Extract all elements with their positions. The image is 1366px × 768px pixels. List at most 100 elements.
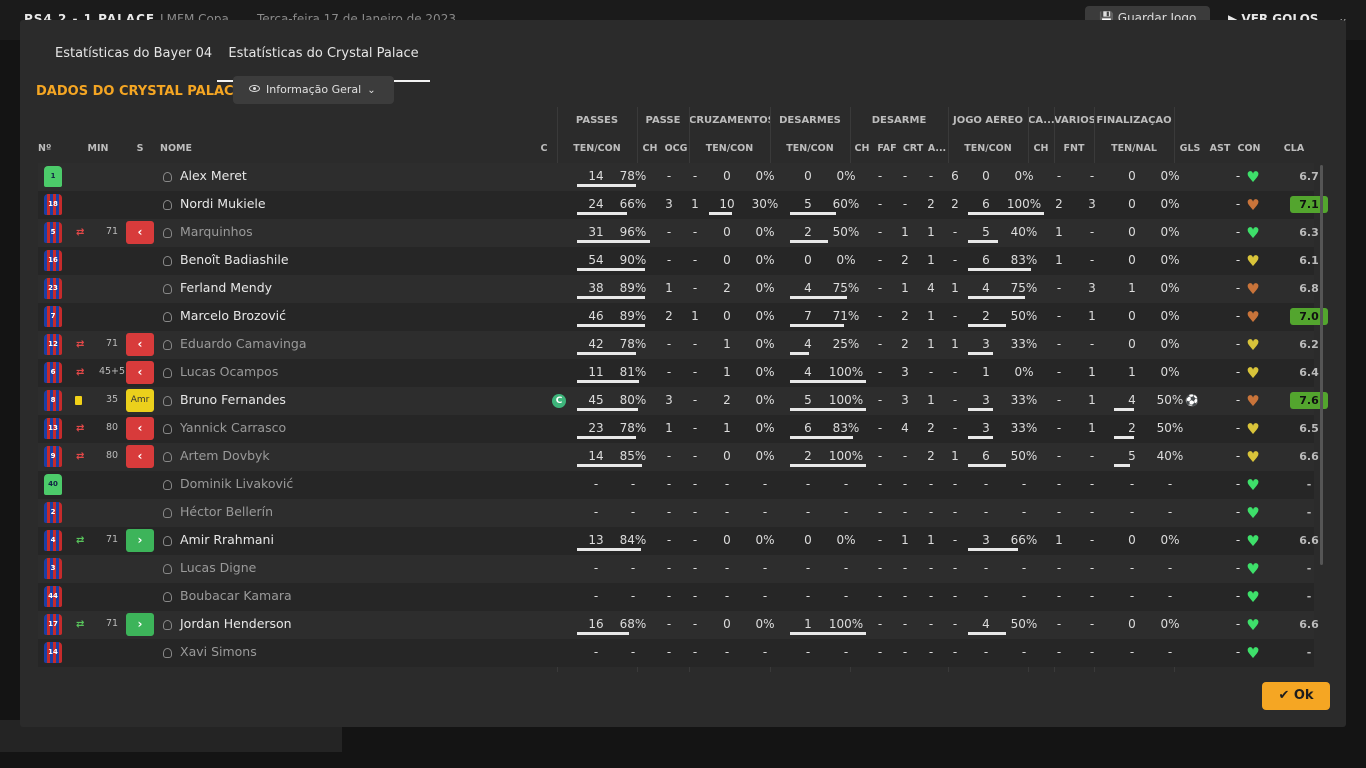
misc-ca: -: [1056, 645, 1062, 659]
chances-created: -: [692, 505, 698, 519]
table-row[interactable]: 23 Ferland Mendy 38 89% 1-2 0% 4 75% -1 4 1 4 75% -3 1…: [38, 275, 1319, 303]
column-header[interactable]: CLA: [1274, 143, 1314, 154]
headers-won: 33%: [1010, 337, 1038, 351]
player-name[interactable]: Marquinhos: [180, 219, 253, 247]
table-row[interactable]: 16 Benoît Badiashile 54 90% - -0 0% 0 0% -2 1-6 83%…: [38, 247, 1319, 275]
player-name[interactable]: Lucas Digne: [180, 555, 256, 583]
headset-icon: [163, 536, 172, 546]
player-name[interactable]: Yannick Carrasco: [180, 415, 286, 443]
tackles-attempted: 0: [804, 253, 812, 267]
player-name[interactable]: Alex Meret: [180, 163, 247, 191]
crosses-attempted: -: [724, 505, 730, 519]
shots-attempted: 0: [1128, 169, 1136, 183]
table-row[interactable]: 40 Dominik Livaković - - - - - - - - - - - - - - - - - - - ♥ -: [38, 471, 1314, 499]
table-row[interactable]: 14 Xavi Simons - - - - - - - - - - - - - - - - - - - ♥ -: [38, 639, 1314, 667]
condition-heart-icon: ♥: [1246, 168, 1260, 186]
tackle-stat: -: [877, 169, 883, 183]
player-name[interactable]: Ferland Mendy: [180, 275, 272, 303]
clearances-stat: 4: [927, 281, 935, 295]
key-passes: -: [666, 561, 672, 575]
column-header[interactable]: NOME: [160, 143, 220, 154]
clearances-stat: 1: [927, 533, 935, 547]
ok-button[interactable]: ✔ Ok: [1262, 682, 1330, 710]
headers-won: 0%: [1014, 365, 1034, 379]
chances-created: -: [692, 617, 698, 631]
player-name[interactable]: Amir Rrahmani: [180, 527, 274, 555]
table-row[interactable]: 18 Nordi Mukiele 24 66% 3 1 10 30% 5 60% - -2 2 6 100%…: [38, 191, 1328, 219]
table-row[interactable]: 1 Alex Meret 14 78% - -0 0% 0 0% - - -6 0 0% - -0 0% - ♥ 6.…: [38, 163, 1319, 191]
player-name[interactable]: Lucas Ocampos: [180, 359, 278, 387]
column-header[interactable]: C: [534, 143, 554, 154]
condition-heart-icon: ♥: [1246, 476, 1260, 494]
tackle-stat: -: [877, 253, 883, 267]
column-header[interactable]: GLS: [1174, 143, 1206, 154]
table-row[interactable]: 9 ⇄ 80 ‹ Artem Dovbyk 14 85% - -0 0% 2 100% - -2 1 6 50%…: [38, 443, 1319, 471]
column-header[interactable]: CON: [1234, 143, 1264, 154]
player-name[interactable]: Benoît Badiashile: [180, 247, 289, 275]
player-name[interactable]: Eduardo Camavinga: [180, 331, 307, 359]
clearances-stat: 2: [927, 421, 935, 435]
column-header[interactable]: MIN: [80, 143, 116, 154]
column-header[interactable]: TEN/CON: [557, 143, 637, 154]
player-name[interactable]: Dominik Livaković: [180, 471, 293, 499]
table-row[interactable]: 17 ⇄ 71 › Jordan Henderson 16 68% - -0 0% 1 100% - - -…: [38, 611, 1319, 639]
shirt-number-icon: 1: [44, 166, 62, 187]
column-header[interactable]: FAF: [874, 143, 900, 154]
chances-created: -: [692, 561, 698, 575]
table-row[interactable]: 8 35 Amr Bruno Fernandes C 45 80% 3-2 0% 5 100% -3 1…: [38, 387, 1328, 415]
tackle-stat: -: [877, 197, 883, 211]
table-row[interactable]: 12 ⇄ 71 ‹ Eduardo Camavinga 42 78% - -1 0% 4 25% -2 1…: [38, 331, 1319, 359]
column-header[interactable]: A...: [926, 143, 948, 154]
column-header[interactable]: Nº: [38, 143, 54, 154]
column-header[interactable]: TEN/CON: [948, 143, 1028, 154]
player-name[interactable]: Artem Dovbyk: [180, 443, 270, 471]
tab-bayer-stats[interactable]: Estatísticas do Bayer 04: [55, 46, 212, 71]
table-row[interactable]: 6 ⇄ 45+5 ‹ Lucas Ocampos 11 81% - -1 0% 4 100% -3- -1…: [38, 359, 1319, 387]
player-name[interactable]: Nordi Mukiele: [180, 191, 266, 219]
column-header[interactable]: OCG: [663, 143, 689, 154]
column-header[interactable]: CH: [850, 143, 874, 154]
column-header[interactable]: TEN/CON: [689, 143, 770, 154]
chances-created: -: [692, 337, 698, 351]
percentage-bar: [790, 464, 866, 467]
column-header[interactable]: AST: [1206, 143, 1234, 154]
column-header[interactable]: CH: [637, 143, 663, 154]
key-passes: -: [666, 505, 672, 519]
table-row[interactable]: 44 Boubacar Kamara - - - - - - - - - - - - - - - - - - - ♥ -: [38, 583, 1314, 611]
scrollbar[interactable]: [1320, 165, 1323, 565]
column-header[interactable]: CRT: [900, 143, 926, 154]
view-dropdown[interactable]: Informação Geral ⌄: [233, 76, 394, 104]
percentage-bar: [790, 212, 836, 215]
table-row[interactable]: 2 Héctor Bellerín - - - - - - - - - - - - - - - - - - - ♥ -: [38, 499, 1314, 527]
player-name[interactable]: Jordan Henderson: [180, 611, 292, 639]
chances-created: -: [692, 365, 698, 379]
percentage-bar: [968, 240, 998, 243]
misc-fnt: 1: [1088, 393, 1096, 407]
tackles-won: 25%: [832, 337, 860, 351]
chances-created: -: [692, 253, 698, 267]
shots-on-target: -: [1167, 645, 1173, 659]
sub-on-badge: ›: [126, 529, 154, 552]
rating-badge: -: [1306, 590, 1312, 603]
player-name[interactable]: Xavi Simons: [180, 639, 257, 667]
player-name[interactable]: Marcelo Brozović: [180, 303, 286, 331]
table-row[interactable]: 4 ⇄ 71 › Amir Rrahmani 13 84% - -0 0% 0 0% -1 1-3 66% 1…: [38, 527, 1319, 555]
key-passes: -: [666, 617, 672, 631]
fouls-stat: -: [902, 197, 908, 211]
column-header[interactable]: CH: [1028, 143, 1054, 154]
column-header[interactable]: TEN/NAL: [1094, 143, 1174, 154]
table-row[interactable]: 3 Lucas Digne - - - - - - - - - - - - - - - - - - - ♥ -: [38, 555, 1314, 583]
clearances-stat: -: [928, 505, 934, 519]
table-row[interactable]: 7 Marcelo Brozović 46 89% 2 1 0 0% 7 71% -2 1-2 50% -…: [38, 303, 1328, 331]
column-header[interactable]: TEN/CON: [770, 143, 850, 154]
crosses-attempted: 1: [723, 421, 731, 435]
shots-attempted: 1: [1128, 281, 1136, 295]
table-row[interactable]: 5 ⇄ 71 ‹ Marquinhos 31 96% - -0 0% 2 50% -1 1-5 40% 1-0…: [38, 219, 1319, 247]
fouls-stat: 1: [901, 281, 909, 295]
player-name[interactable]: Bruno Fernandes: [180, 387, 286, 415]
player-name[interactable]: Boubacar Kamara: [180, 583, 292, 611]
player-name[interactable]: Héctor Bellerín: [180, 499, 273, 527]
column-header[interactable]: FNT: [1054, 143, 1094, 154]
table-row[interactable]: 13 ⇄ 80 ‹ Yannick Carrasco 23 78% 1-1 0% 6 83% -4 2-…: [38, 415, 1319, 443]
column-header[interactable]: S: [130, 143, 150, 154]
